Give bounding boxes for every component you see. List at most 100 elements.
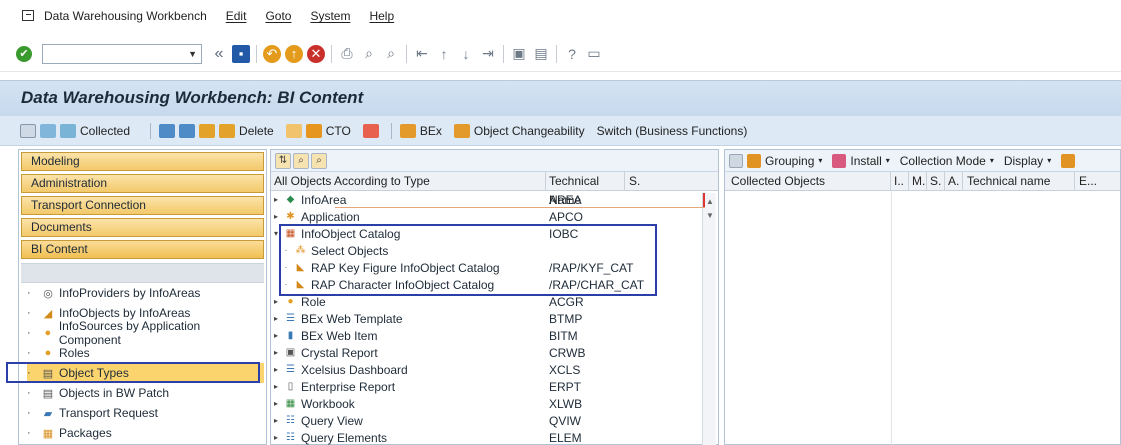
expand-arrow-icon[interactable]: ▸ <box>271 416 281 425</box>
column-a[interactable]: A. <box>945 171 963 191</box>
cancel-icon[interactable]: ✕ <box>307 44 325 63</box>
menu-goto[interactable]: Goto <box>265 9 291 23</box>
save-icon[interactable]: ▪ <box>232 44 250 63</box>
cto-icon[interactable] <box>305 123 322 138</box>
display-icon[interactable] <box>20 123 36 138</box>
object-icon[interactable] <box>285 123 302 138</box>
folder-icon[interactable] <box>199 123 216 138</box>
settings-icon[interactable] <box>729 153 743 168</box>
bex-button[interactable]: BEx <box>420 124 442 138</box>
expand-arrow-icon[interactable]: ▸ <box>271 314 281 323</box>
collected-button[interactable]: Collected <box>80 124 130 138</box>
expand-arrow-icon[interactable]: ▸ <box>271 212 281 221</box>
object-changeability-button[interactable]: Object Changeability <box>474 124 585 138</box>
expand-arrow-icon[interactable]: ▸ <box>271 399 281 408</box>
delete-button[interactable]: Delete <box>239 124 274 138</box>
tree-item-transport-request[interactable]: · ▰ Transport Request <box>27 403 264 423</box>
tree-row-xcelsius-dashboard[interactable]: ▸ ☰ Xcelsius Dashboard XCLS <box>271 361 718 378</box>
nav-administration-button[interactable]: Administration <box>21 174 264 193</box>
help-icon[interactable]: ? <box>563 45 581 63</box>
column-collected-objects[interactable]: Collected Objects <box>725 171 891 191</box>
tree-item-packages[interactable]: · ▦ Packages <box>27 423 264 443</box>
next-page-icon[interactable]: ↓ <box>457 45 475 63</box>
menu-system[interactable]: System <box>310 9 350 23</box>
cto-button[interactable]: CTO <box>326 124 351 138</box>
column-s[interactable]: S. <box>927 171 945 191</box>
layout-icon[interactable]: ▭ <box>585 45 603 63</box>
tree-row-bex-web-item[interactable]: ▸ ▮ BEx Web Item BITM <box>271 327 718 344</box>
exit-icon[interactable] <box>22 9 34 21</box>
tree-item-roles[interactable]: · ● Roles <box>27 343 264 363</box>
menu-data-warehousing-workbench[interactable]: Data Warehousing Workbench <box>44 9 207 23</box>
more-icon[interactable] <box>1061 153 1076 168</box>
back-double-chevron-icon[interactable]: « <box>210 45 228 63</box>
bex-icon[interactable] <box>399 123 416 138</box>
tree-row-workbook[interactable]: ▸ ▦ Workbook XLWB <box>271 395 718 412</box>
print-icon[interactable]: ⎙ <box>338 45 356 63</box>
refresh-icon[interactable] <box>159 123 176 138</box>
close-box-icon[interactable] <box>362 123 379 138</box>
expand-arrow-icon[interactable]: ▸ <box>271 348 281 357</box>
expand-arrow-icon[interactable]: ▸ <box>271 195 281 204</box>
display-button[interactable]: Display ▾ <box>1004 154 1051 168</box>
tree-row-label: Query Elements <box>301 430 388 445</box>
tree-row-crystal-report[interactable]: ▸ ▣ Crystal Report CRWB <box>271 344 718 361</box>
collected-icon[interactable] <box>60 123 76 138</box>
command-field[interactable]: ▼ <box>42 43 202 64</box>
dropdown-icon[interactable]: ▼ <box>188 49 197 59</box>
expand-arrow-icon[interactable]: ▸ <box>271 331 281 340</box>
collection-mode-button[interactable]: Collection Mode ▾ <box>900 154 994 168</box>
nav-transport-connection-button[interactable]: Transport Connection <box>21 196 264 215</box>
tree-row-application[interactable]: ▸ ✱ Application APCO <box>271 208 718 225</box>
menu-help[interactable]: Help <box>369 9 394 23</box>
delete-icon[interactable] <box>219 123 236 138</box>
package-icon: ▦ <box>42 427 54 440</box>
expand-arrow-icon[interactable]: ▸ <box>271 433 281 442</box>
column-technical-name[interactable]: Technical name <box>963 171 1075 191</box>
tree-scrollbar[interactable]: ▲ ▼ <box>702 193 716 445</box>
switch-business-functions-button[interactable]: Switch (Business Functions) <box>597 124 748 138</box>
nav-modeling-button[interactable]: Modeling <box>21 152 264 171</box>
column-all-objects[interactable]: All Objects According to Type <box>271 171 546 191</box>
tree-row-enterprise-report[interactable]: ▸ ▯ Enterprise Report ERPT <box>271 378 718 395</box>
find-icon[interactable]: ⌕ <box>293 152 309 169</box>
nav-bi-content-button[interactable]: BI Content <box>21 240 264 259</box>
tree-item-objects-in-bw-patch[interactable]: · ▤ Objects in BW Patch <box>27 383 264 403</box>
column-s[interactable]: S. <box>625 172 645 191</box>
back-icon[interactable]: ↶ <box>263 44 281 63</box>
scroll-down-icon[interactable]: ▼ <box>706 211 714 220</box>
expand-arrow-icon[interactable]: ▸ <box>271 297 281 306</box>
transfer-icon[interactable] <box>179 123 196 138</box>
find-next-icon[interactable]: ⌕ <box>382 45 400 63</box>
column-i[interactable]: I.. <box>891 171 909 191</box>
enter-checkmark-icon[interactable]: ✔ <box>16 45 32 62</box>
create-session-icon[interactable]: ▣ <box>510 45 528 63</box>
expand-icon[interactable]: ⇅ <box>275 152 291 169</box>
object-changeability-icon[interactable] <box>453 123 470 138</box>
scroll-up-icon[interactable]: ▲ <box>706 197 714 206</box>
tree-row-query-elements[interactable]: ▸ ☷ Query Elements ELEM <box>271 429 718 445</box>
tree-row-infoarea[interactable]: ▸ ◆ InfoArea AREA <box>271 191 718 208</box>
nav-documents-button[interactable]: Documents <box>21 218 264 237</box>
column-m[interactable]: M. <box>909 171 927 191</box>
find-icon[interactable]: ⌕ <box>360 45 378 63</box>
expand-arrow-icon[interactable]: ▸ <box>271 382 281 391</box>
shortcut-icon[interactable]: ▤ <box>532 45 550 63</box>
tree-row-query-view[interactable]: ▸ ☷ Query View QVIW <box>271 412 718 429</box>
tree-row-bex-web-template[interactable]: ▸ ☰ BEx Web Template BTMP <box>271 310 718 327</box>
role-icon: ● <box>287 296 294 307</box>
install-button[interactable]: Install ▾ <box>832 153 890 168</box>
grouping-button[interactable]: Grouping ▾ <box>747 153 822 168</box>
menu-edit[interactable]: Edit <box>226 9 247 23</box>
tree-item-infosources[interactable]: · ● InfoSources by Application Component <box>27 319 264 347</box>
column-technical-name[interactable]: Technical Name <box>546 171 625 207</box>
hierarchy-icon[interactable] <box>40 123 56 138</box>
exit-circle-icon[interactable]: ↑ <box>285 44 303 63</box>
expand-arrow-icon[interactable]: ▸ <box>271 365 281 374</box>
tree-item-infoproviders[interactable]: · ◎ InfoProviders by InfoAreas <box>27 283 264 303</box>
previous-page-icon[interactable]: ↑ <box>435 45 453 63</box>
first-page-icon[interactable]: ⇤ <box>413 45 431 63</box>
column-e[interactable]: E... <box>1075 172 1103 191</box>
last-page-icon[interactable]: ⇥ <box>479 45 497 63</box>
find-next-icon[interactable]: ⌕ <box>311 152 327 169</box>
